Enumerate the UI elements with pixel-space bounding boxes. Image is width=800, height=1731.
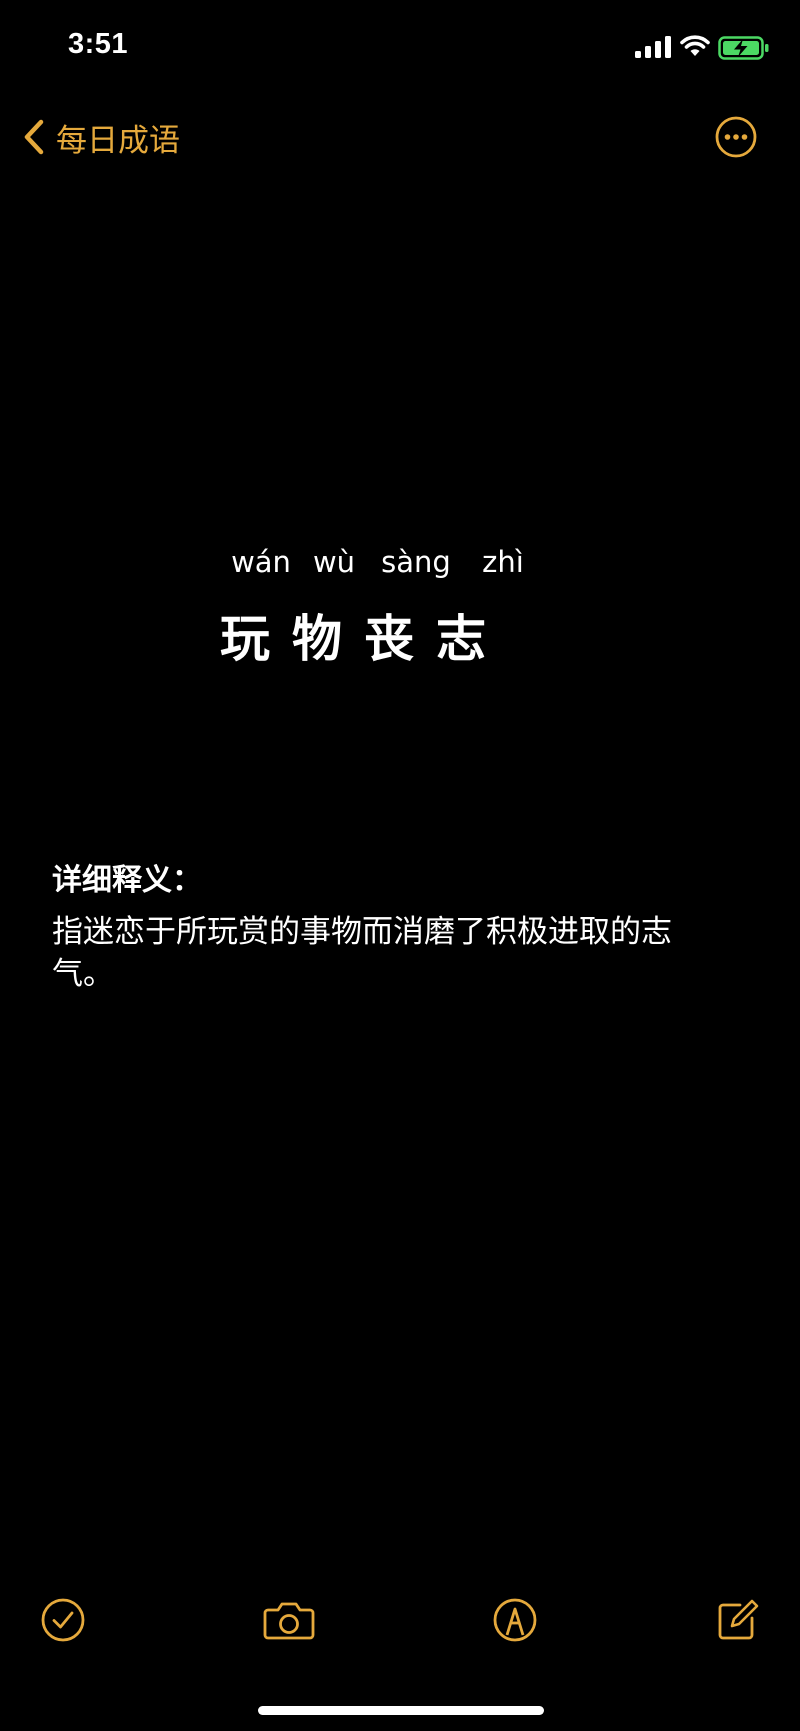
ellipsis-circle-icon[interactable] [714,115,758,159]
chevron-left-icon [24,119,44,155]
back-label: 每日成语 [56,122,180,159]
idiom-characters: 玩 物 丧 志 [220,599,508,671]
hanzi-1: 玩 [220,610,270,668]
status-bar: 3:51 [0,0,800,100]
pinyin-3: sàng [381,545,451,579]
status-time: 3:51 [68,28,129,60]
wifi-icon [680,35,710,56]
pinyin-1: wán [231,545,291,579]
battery-charging-icon [718,36,769,60]
pinyin-4: zhì [482,545,524,579]
pinyin-row: wán wù sàng zhì [218,545,538,579]
hanzi-3: 丧 [364,610,414,668]
cellular-signal-icon [635,36,671,58]
home-indicator [258,1706,544,1715]
pinyin-2: wù [312,545,356,579]
nav-bar: 每日成语 [0,105,800,165]
hanzi-4: 志 [436,610,486,668]
markup-pen-icon[interactable] [490,1595,540,1645]
compose-icon[interactable] [712,1595,762,1645]
bottom-toolbar [0,1595,800,1655]
definition-heading: 详细释义： [52,863,202,898]
checklist-icon[interactable] [38,1595,88,1645]
camera-icon[interactable] [263,1595,315,1645]
hanzi-2: 物 [292,610,342,668]
definition-section: 详细释义： 指迷恋于所玩赏的事物而消磨了积极进取的志气。 [52,855,752,995]
definition-text: 指迷恋于所玩赏的事物而消磨了积极进取的志气。 [52,914,672,992]
back-button[interactable]: 每日成语 [22,115,180,159]
